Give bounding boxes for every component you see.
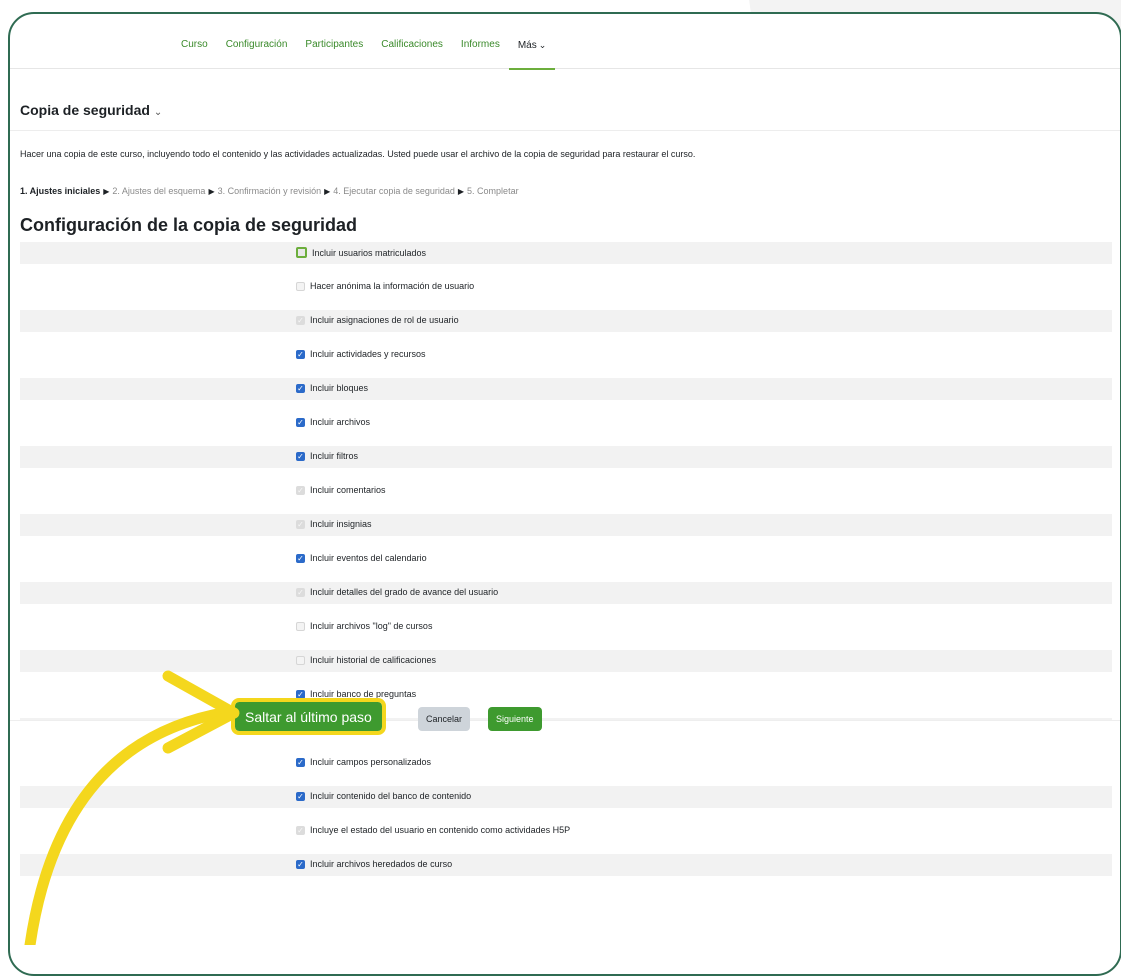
option-checkbox[interactable]: ✓ Incluir comentarios [296,485,386,495]
cancel-button[interactable]: Cancelar [418,707,471,731]
step: 5. Completar [467,186,519,196]
option-checkbox[interactable]: ✓ Incluir campos personalizados [296,757,431,767]
option-checkbox[interactable]: Incluir historial de calificaciones [296,655,436,665]
checkbox-icon[interactable]: ✓ [296,757,305,767]
checkbox-icon[interactable] [296,655,305,665]
option-checkbox[interactable]: ✓ Incluir bloques [296,383,368,393]
option-label: Incluye el estado del usuario en conteni… [310,825,571,835]
option-label: Incluir bloques [310,383,369,393]
checkbox-icon[interactable]: ✓ [296,553,305,563]
option-checkbox[interactable]: ✓ Incluye el estado del usuario en conten… [296,825,570,835]
checkbox-icon[interactable]: ✓ [296,417,305,427]
tab-participantes[interactable]: Participantes [296,38,372,68]
option-checkbox[interactable]: ✓ Incluir archivos [296,417,370,427]
checkbox-icon[interactable]: ✓ [296,315,305,325]
option-checkbox[interactable]: ✓ Incluir asignaciones de rol de usuario [296,315,459,325]
tab-mas[interactable]: Más ⌄ [508,38,556,70]
option-label: Incluir detalles del grado de avance del… [310,587,499,597]
option-label: Incluir insignias [310,519,372,529]
checkbox-icon[interactable]: ✓ [296,451,305,461]
tab-informes[interactable]: Informes [452,38,509,68]
step: 4. Ejecutar copia de seguridad [333,186,455,196]
option-label: Incluir archivos "log" de cursos [310,621,433,631]
checkbox-icon[interactable] [296,621,305,631]
option-label: Incluir actividades y recursos [310,349,426,359]
checkbox-icon[interactable]: ✓ [296,791,305,801]
pointer-arrow-icon [24,670,240,945]
option-checkbox[interactable]: ✓ Incluir eventos del calendario [296,553,427,563]
option-label: Incluir banco de preguntas [310,689,417,699]
checkbox-icon[interactable]: ✓ [296,519,305,529]
option-label: Incluir archivos [310,417,371,427]
checkbox-icon[interactable]: ✓ [296,689,305,699]
step-arrow-icon: ▶ [324,187,331,196]
checkbox-icon[interactable]: ✓ [296,485,305,495]
next-button[interactable]: Siguiente [488,707,542,731]
checkbox-icon[interactable]: ✓ [296,383,305,393]
option-checkbox[interactable]: ✓ Incluir detalles del grado de avance de… [296,587,498,597]
chevron-down-icon: ⌄ [538,40,547,50]
option-label: Incluir historial de calificaciones [310,655,437,665]
option-label: Incluir asignaciones de rol de usuario [310,315,459,325]
step-arrow-icon: ▶ [457,187,465,196]
option-checkbox[interactable]: Hacer anónima la información de usuario [296,281,474,291]
checkbox-icon[interactable]: ✓ [296,825,305,835]
option-label: Incluir filtros [310,451,359,461]
option-label: Incluir usuarios matriculados [312,247,427,258]
checkbox-icon[interactable]: ✓ [296,587,305,597]
option-checkbox[interactable]: ✓ Incluir actividades y recursos [296,349,426,359]
option-checkbox[interactable]: Incluir archivos "log" de cursos [296,621,432,631]
option-checkbox[interactable]: ✓ Incluir banco de preguntas [296,689,416,699]
tab-calificaciones[interactable]: Calificaciones [372,38,452,68]
option-label: Incluir campos personalizados [310,757,432,767]
tab-mas-label: Más [517,40,537,51]
option-label: Incluir eventos del calendario [310,553,427,563]
option-label: Incluir contenido del banco de contenido [310,791,472,801]
checkbox-icon[interactable] [296,247,307,258]
checkbox-icon[interactable]: ✓ [296,349,305,359]
option-checkbox[interactable]: ✓ Incluir archivos heredados de curso [296,859,452,869]
option-checkbox[interactable]: ✓ Incluir filtros [296,451,358,461]
option-checkbox[interactable]: Incluir usuarios matriculados [296,247,426,258]
option-label: Incluir archivos heredados de curso [310,859,453,869]
checkbox-icon[interactable]: ✓ [296,859,305,869]
option-checkbox[interactable]: ✓ Incluir contenido del banco de contenid… [296,791,471,801]
option-label: Hacer anónima la información de usuario [310,281,475,291]
checkbox-icon[interactable] [296,281,305,291]
option-label: Incluir comentarios [310,485,386,495]
option-checkbox[interactable]: ✓ Incluir insignias [296,519,372,529]
